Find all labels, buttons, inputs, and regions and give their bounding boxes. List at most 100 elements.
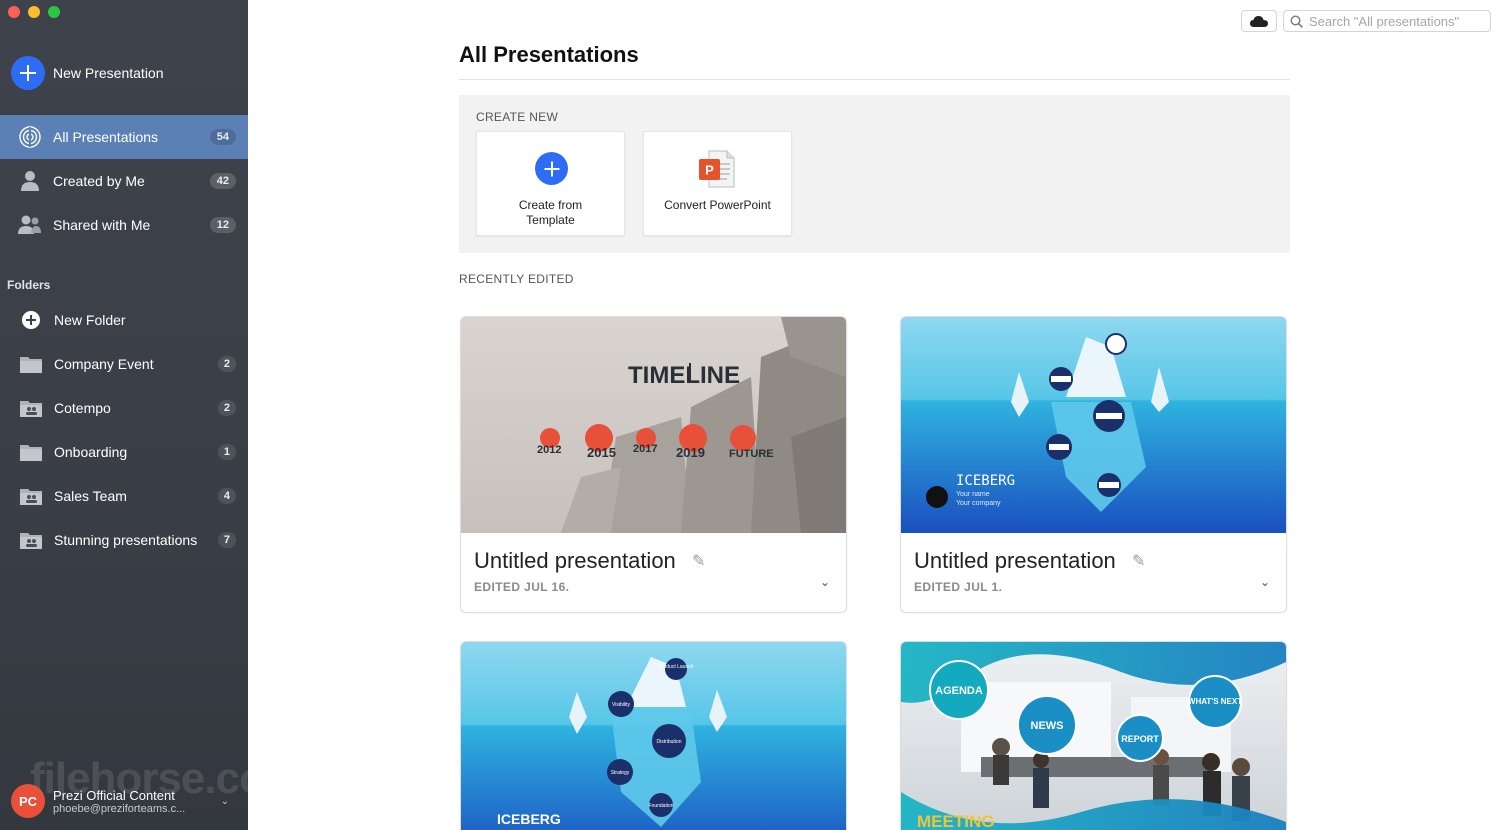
create-new-heading: CREATE NEW [476, 110, 559, 124]
folder-label: Onboarding [54, 444, 128, 460]
close-window-button[interactable] [8, 6, 20, 18]
count-badge: 12 [209, 217, 236, 233]
minimize-window-button[interactable] [28, 6, 40, 18]
user-email: phoebe@preziforteams.c... [53, 802, 186, 815]
meeting-bubble: AGENDA [935, 685, 983, 697]
edited-date: EDITED JUL 16. [474, 580, 570, 594]
page-title: All Presentations [459, 42, 639, 67]
presentation-card[interactable]: TIMELINE 2012 2015 2017 2019 FUTURE Unti… [460, 316, 847, 613]
iceberg-bubble: Distribution [656, 739, 681, 745]
timeline-year: 2017 [633, 443, 657, 455]
sidebar-item-label: Shared with Me [53, 217, 151, 233]
folder-sales-team[interactable]: Sales Team 4 [0, 474, 248, 518]
thumbnail-title: MEETING [917, 812, 994, 830]
window-controls [8, 6, 60, 18]
shared-folder-icon [19, 484, 43, 508]
create-new-panel: CREATE NEW Create from Template P Conver… [459, 95, 1290, 253]
rename-pencil-icon[interactable]: ✎ [1132, 551, 1145, 571]
create-from-template-button[interactable]: Create from Template [476, 131, 625, 236]
sidebar-item-label: Created by Me [53, 173, 145, 189]
add-folder-icon [19, 308, 43, 332]
thumbnail-subtitle: Your name [956, 491, 990, 498]
timeline-year: 2012 [537, 444, 561, 456]
presentation-card[interactable]: ICEBERG Your name Your company Untitled … [900, 316, 1287, 613]
timeline-year: 2015 [587, 445, 616, 460]
folder-stunning-presentations[interactable]: Stunning presentations 7 [0, 518, 248, 562]
plus-icon [535, 152, 568, 185]
presentation-card[interactable]: AGENDA NEWS REPORT WHAT'S NEXT MEETING [900, 641, 1287, 830]
folder-list: New Folder Company Event 2 Cotempo 2 Onb… [0, 298, 248, 562]
create-from-template-label: Create from Template [518, 198, 583, 227]
sidebar-item-shared-with-me[interactable]: Shared with Me 12 [0, 203, 248, 247]
chevron-down-icon[interactable]: ⌄ [1260, 575, 1270, 589]
shared-folder-icon [19, 396, 43, 420]
folder-icon [19, 440, 43, 464]
prezi-app-window: New Presentation All Presentations 54 Cr… [0, 0, 1500, 830]
divider [459, 79, 1290, 80]
timeline-year: 2019 [676, 445, 705, 460]
user-info: Prezi Official Content phoebe@preziforte… [53, 788, 185, 815]
iceberg-bubble: Strategy [611, 770, 630, 776]
iceberg-bubble: Product Launch [658, 664, 693, 670]
sidebar-item-label: All Presentations [53, 129, 159, 145]
meeting-bubble: WHAT'S NEXT [1188, 697, 1242, 706]
new-presentation-label: New Presentation [53, 65, 164, 81]
cloud-sync-button[interactable] [1241, 10, 1277, 32]
svg-text:P: P [705, 163, 714, 178]
convert-powerpoint-label: Convert PowerPoint [664, 198, 771, 212]
iceberg-bubble: Foundation [648, 803, 673, 809]
folder-label: Stunning presentations [54, 532, 198, 548]
new-folder-label: New Folder [54, 312, 126, 328]
edited-date: EDITED JUL 1. [914, 580, 1003, 594]
thumbnail-subtitle: Your company [956, 500, 1001, 507]
folder-icon [19, 352, 43, 376]
count-badge: 42 [209, 173, 236, 189]
folder-label: Company Event [54, 356, 154, 372]
users-icon [18, 213, 42, 237]
count-badge: 4 [217, 488, 236, 504]
folder-cotempo[interactable]: Cotempo 2 [0, 386, 248, 430]
search-box [1283, 10, 1491, 32]
presentation-meta: Untitled presentation ✎ EDITED JUL 16. ⌄ [461, 533, 846, 612]
plus-icon [11, 56, 45, 90]
search-input[interactable] [1309, 13, 1489, 29]
rename-pencil-icon[interactable]: ✎ [692, 551, 705, 571]
avatar: PC [11, 784, 45, 818]
presentation-title[interactable]: Untitled presentation [474, 548, 676, 574]
presentation-meta: Untitled presentation ✎ EDITED JUL 1. ⌄ [901, 533, 1286, 612]
convert-powerpoint-button[interactable]: P Convert PowerPoint [643, 131, 792, 236]
folder-onboarding[interactable]: Onboarding 1 [0, 430, 248, 474]
user-icon [18, 169, 42, 193]
folder-label: Sales Team [54, 488, 127, 504]
sidebar-item-created-by-me[interactable]: Created by Me 42 [0, 159, 248, 203]
timeline-year: FUTURE [729, 448, 774, 460]
folders-heading: Folders [7, 278, 51, 292]
count-badge: 2 [217, 356, 236, 372]
count-badge: 7 [217, 532, 236, 548]
folder-company-event[interactable]: Company Event 2 [0, 342, 248, 386]
sidebar-nav: All Presentations 54 Created by Me 42 Sh… [0, 115, 248, 247]
thumbnail-title: ICEBERG [956, 473, 1015, 489]
new-folder-button[interactable]: New Folder [0, 298, 248, 342]
shared-folder-icon [19, 528, 43, 552]
count-badge: 54 [209, 129, 236, 145]
zoom-window-button[interactable] [48, 6, 60, 18]
cloud-icon [1250, 16, 1268, 27]
presentation-thumbnail: ICEBERG Your name Your company [901, 317, 1286, 533]
chevron-down-icon[interactable]: ⌄ [820, 575, 830, 589]
thumbnail-title: ICEBERG [497, 811, 561, 827]
user-account-menu[interactable]: PC Prezi Official Content phoebe@prezifo… [11, 784, 239, 818]
folder-label: Cotempo [54, 400, 111, 416]
new-presentation-button[interactable]: New Presentation [11, 56, 164, 90]
search-icon [1290, 14, 1303, 28]
presentation-thumbnail: AGENDA NEWS REPORT WHAT'S NEXT MEETING [901, 642, 1286, 830]
presentation-thumbnail: TIMELINE 2012 2015 2017 2019 FUTURE [461, 317, 846, 533]
presentation-title[interactable]: Untitled presentation [914, 548, 1116, 574]
sidebar-item-all-presentations[interactable]: All Presentations 54 [0, 115, 248, 159]
presentation-card[interactable]: Product Launch Visibility Distribution S… [460, 641, 847, 830]
count-badge: 2 [217, 400, 236, 416]
chevron-down-icon: ⌄ [220, 796, 229, 807]
iceberg-bubble: Visibility [612, 702, 630, 708]
meeting-bubble: REPORT [1121, 734, 1159, 744]
meeting-bubble: NEWS [1031, 720, 1064, 732]
